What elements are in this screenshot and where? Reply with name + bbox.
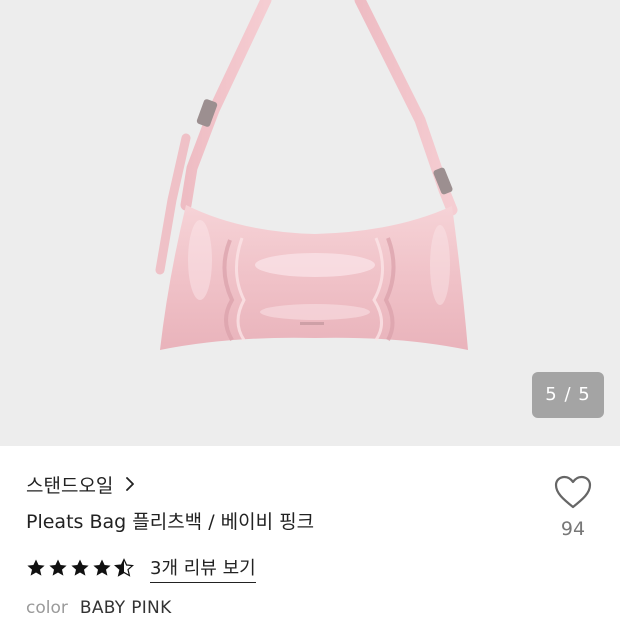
star-rating — [26, 558, 134, 578]
star-icon — [71, 559, 89, 576]
wishlist-button[interactable]: 94 — [550, 474, 596, 540]
view-reviews-link[interactable]: 3개 리뷰 보기 — [150, 554, 256, 583]
wishlist-count: 94 — [560, 518, 586, 540]
product-title: Pleats Bag 플리츠백 / 베이비 핑크 — [26, 511, 315, 533]
color-label: color — [26, 598, 68, 618]
brand-name: 스탠드오일 — [26, 474, 114, 497]
chevron-right-icon — [126, 477, 135, 491]
star-half-icon — [114, 558, 134, 577]
brand-link[interactable]: 스탠드오일 — [26, 470, 137, 498]
color-info: color BABY PINK — [26, 598, 172, 622]
color-value: BABY PINK — [79, 598, 172, 618]
star-icon — [49, 559, 67, 576]
image-counter-badge: 5 / 5 — [532, 372, 604, 418]
star-icon — [27, 559, 45, 576]
star-icon — [93, 559, 111, 576]
product-photo — [155, 0, 468, 350]
heart-outline-icon — [554, 475, 592, 509]
product-image-gallery[interactable]: 5 / 5 — [0, 0, 620, 446]
rating-row: 3개 리뷰 보기 — [26, 553, 256, 583]
